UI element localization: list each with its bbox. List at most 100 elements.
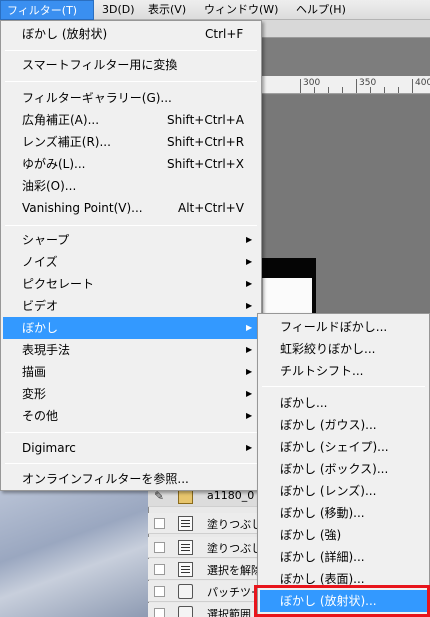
menu-filter[interactable]: フィルター(T)	[0, 0, 94, 20]
menu-item-distort[interactable]: 変形 ▶	[3, 383, 259, 405]
menu-item-shortcut: Alt+Ctrl+V	[178, 201, 244, 215]
menu-item-liquify[interactable]: ゆがみ(L)... Shift+Ctrl+X	[3, 153, 259, 175]
ruler-tick	[342, 87, 343, 93]
menu-view[interactable]: 表示(V)	[148, 0, 186, 20]
submenu-arrow-icon: ▶	[246, 235, 253, 244]
menu-item-label: 表現手法	[22, 343, 71, 357]
submenu-item-box-blur[interactable]: ぼかし (ボックス)...	[260, 458, 427, 480]
submenu-item-blur[interactable]: ぼかし...	[260, 392, 427, 414]
history-row[interactable]: 塗りつぶし	[148, 513, 262, 534]
submenu-arrow-icon: ▶	[246, 323, 253, 332]
menu-item-noise[interactable]: ノイズ ▶	[3, 251, 259, 273]
menu-separator	[5, 81, 257, 82]
menu-separator	[5, 463, 257, 464]
ruler-tick	[412, 79, 413, 93]
menu-item-label: 虹彩絞りぼかし...	[280, 342, 376, 356]
history-row[interactable]: パッチツー	[148, 581, 262, 602]
ruler-label: 400	[415, 78, 430, 88]
horizontal-ruler: 300 350 400	[262, 76, 430, 94]
list-icon	[178, 562, 193, 577]
submenu-item-motion-blur[interactable]: ぼかし (移動)...	[260, 502, 427, 524]
menu-item-label: スマートフィルター用に変換	[22, 58, 178, 72]
menu-item-render[interactable]: 描画 ▶	[3, 361, 259, 383]
submenu-item-smart-blur[interactable]: ぼかし (詳細)...	[260, 546, 427, 568]
submenu-item-lens-blur[interactable]: ぼかし (レンズ)...	[260, 480, 427, 502]
menu-item-blur[interactable]: ぼかし ▶	[3, 317, 259, 339]
submenu-item-shape-blur[interactable]: ぼかし (シェイプ)...	[260, 436, 427, 458]
menu-item-lens-correction[interactable]: レンズ補正(R)... Shift+Ctrl+R	[3, 131, 259, 153]
menu-item-adaptive-wide-angle[interactable]: 広角補正(A)... Shift+Ctrl+A	[3, 109, 259, 131]
menu-item-label: レンズ補正(R)...	[22, 135, 111, 149]
submenu-item-field-blur[interactable]: フィールドぼかし...	[260, 316, 427, 338]
menu-3d[interactable]: 3D(D)	[102, 0, 135, 20]
menu-item-convert-smart-filter[interactable]: スマートフィルター用に変換	[3, 54, 259, 76]
ruler-tick	[398, 87, 399, 93]
submenu-arrow-icon: ▶	[246, 443, 253, 452]
menu-item-label: ゆがみ(L)...	[22, 157, 86, 171]
history-checkbox[interactable]	[154, 518, 165, 529]
menu-item-shortcut: Shift+Ctrl+R	[167, 135, 245, 149]
history-checkbox[interactable]	[154, 608, 165, 617]
menu-item-label: フィルターギャラリー(G)...	[22, 91, 172, 105]
menu-help[interactable]: ヘルプ(H)	[296, 0, 346, 20]
menu-item-label: ぼかし (移動)...	[280, 506, 365, 520]
ruler-label: 350	[359, 78, 377, 88]
menubar: フィルター(T) 3D(D) 表示(V) ウィンドウ(W) ヘルプ(H)	[0, 0, 430, 20]
submenu-item-gaussian-blur[interactable]: ぼかし (ガウス)...	[260, 414, 427, 436]
menu-item-label: ぼかし	[22, 321, 59, 335]
history-label: 塗りつぶし	[207, 542, 263, 555]
document-tab[interactable]	[262, 20, 430, 38]
patch-tool-icon	[178, 584, 193, 599]
menu-item-oil-paint[interactable]: 油彩(O)...	[3, 175, 259, 197]
snapshot-thumbnail	[178, 489, 193, 504]
menu-item-vanishing-point[interactable]: Vanishing Point(V)... Alt+Ctrl+V	[3, 197, 259, 219]
history-row[interactable]: 選択範囲	[148, 603, 260, 617]
menu-item-label: その他	[22, 409, 59, 423]
history-row[interactable]: 塗りつぶし	[148, 537, 263, 558]
menu-item-stylize[interactable]: 表現手法 ▶	[3, 339, 259, 361]
submenu-item-iris-blur[interactable]: 虹彩絞りぼかし...	[260, 338, 427, 360]
ruler-label: 300	[303, 78, 321, 88]
menu-item-last-filter[interactable]: ぼかし (放射状) Ctrl+F	[3, 23, 259, 45]
menu-item-digimarc[interactable]: Digimarc ▶	[3, 437, 259, 459]
menu-item-label: ビデオ	[22, 299, 59, 313]
history-checkbox[interactable]	[154, 586, 165, 597]
menu-item-label: ぼかし (シェイプ)...	[280, 440, 389, 454]
menu-item-label: チルトシフト...	[280, 364, 364, 378]
menu-item-pixelate[interactable]: ピクセレート ▶	[3, 273, 259, 295]
menu-item-label: オンラインフィルターを参照...	[22, 472, 189, 486]
menu-item-label: シャープ	[22, 233, 70, 247]
menu-item-video[interactable]: ビデオ ▶	[3, 295, 259, 317]
menu-item-label: 変形	[22, 387, 47, 401]
submenu-arrow-icon: ▶	[246, 367, 253, 376]
blur-submenu: フィールドぼかし... 虹彩絞りぼかし... チルトシフト... ぼかし... …	[257, 313, 430, 617]
menu-item-browse-online-filters[interactable]: オンラインフィルターを参照...	[3, 468, 259, 490]
filter-menu: ぼかし (放射状) Ctrl+F スマートフィルター用に変換 フィルターギャラリ…	[0, 20, 262, 491]
history-row[interactable]: 選択を解除	[148, 559, 262, 580]
ruler-tick	[384, 87, 385, 93]
submenu-arrow-icon: ▶	[246, 345, 253, 354]
submenu-arrow-icon: ▶	[246, 301, 253, 310]
history-checkbox[interactable]	[154, 564, 165, 575]
ruler-tick	[328, 87, 329, 93]
menu-item-sharpen[interactable]: シャープ ▶	[3, 229, 259, 251]
submenu-arrow-icon: ▶	[246, 389, 253, 398]
menu-item-label: ぼかし (レンズ)...	[280, 484, 377, 498]
menu-item-label: ぼかし (詳細)...	[280, 550, 365, 564]
menu-item-filter-gallery[interactable]: フィルターギャラリー(G)...	[3, 87, 259, 109]
menu-item-label: 広角補正(A)...	[22, 113, 100, 127]
list-icon	[178, 540, 193, 555]
menu-window[interactable]: ウィンドウ(W)	[204, 0, 278, 20]
menu-item-other[interactable]: その他 ▶	[3, 405, 259, 427]
menu-separator	[5, 50, 257, 51]
menu-item-shortcut: Shift+Ctrl+X	[167, 157, 244, 171]
ruler-tick	[300, 79, 301, 93]
menu-item-shortcut: Ctrl+F	[205, 27, 244, 41]
submenu-item-tilt-shift[interactable]: チルトシフト...	[260, 360, 427, 382]
submenu-item-blur-more[interactable]: ぼかし (強)	[260, 524, 427, 546]
menu-item-label: ぼかし (ボックス)...	[280, 462, 389, 476]
menu-item-label: ぼかし...	[280, 396, 328, 410]
ruler-tick	[356, 79, 357, 93]
history-checkbox[interactable]	[154, 542, 165, 553]
submenu-arrow-icon: ▶	[246, 257, 253, 266]
